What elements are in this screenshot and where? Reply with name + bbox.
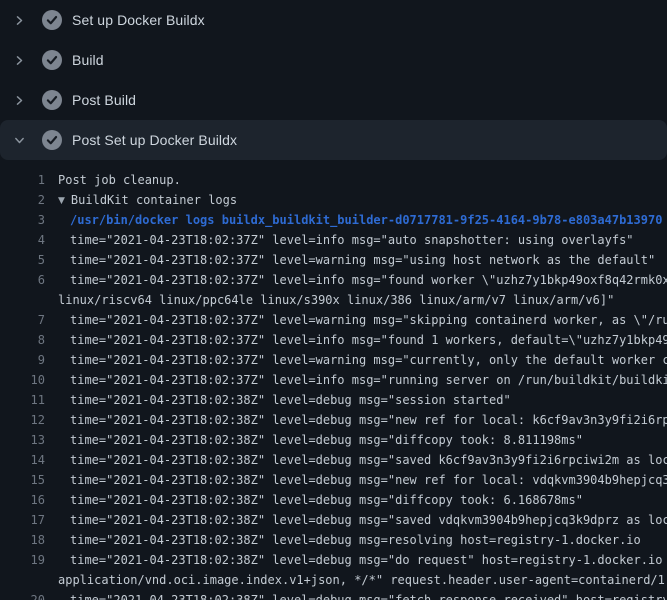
log-row: 6 time="2021-04-23T18:02:37Z" level=info…: [0, 270, 667, 290]
log-row: application/vnd.oci.image.index.v1+json,…: [0, 570, 667, 590]
line-number-link[interactable]: 4: [0, 230, 45, 250]
log-row: 3 /usr/bin/docker logs buildx_buildkit_b…: [0, 210, 667, 230]
log-text: time="2021-04-23T18:02:37Z" level=info m…: [45, 330, 667, 350]
log-text: time="2021-04-23T18:02:38Z" level=debug …: [45, 490, 583, 510]
log-row: 13 time="2021-04-23T18:02:38Z" level=deb…: [0, 430, 667, 450]
chevron-right-icon: [12, 13, 26, 27]
check-circle-icon: [42, 90, 62, 110]
chevron-right-icon: [12, 93, 26, 107]
log-text: time="2021-04-23T18:02:38Z" level=debug …: [45, 470, 667, 490]
log-text: Post job cleanup.: [45, 170, 181, 190]
line-number-link[interactable]: 5: [0, 250, 45, 270]
log-text: /usr/bin/docker logs buildx_buildkit_bui…: [45, 210, 662, 230]
line-number-link[interactable]: 14: [0, 450, 45, 470]
step-header-0[interactable]: Set up Docker Buildx: [0, 0, 667, 40]
log-text: time="2021-04-23T18:02:38Z" level=debug …: [45, 550, 667, 570]
log-row: 2 ▼BuildKit container logs: [0, 190, 667, 210]
log-row: linux/riscv64 linux/ppc64le linux/s390x …: [0, 290, 667, 310]
log-group-toggle[interactable]: ▼BuildKit container logs: [45, 190, 237, 210]
log-text: time="2021-04-23T18:02:37Z" level=info m…: [45, 370, 667, 390]
step-header-2[interactable]: Post Build: [0, 80, 667, 120]
line-number-link[interactable]: [0, 570, 45, 590]
log-text: time="2021-04-23T18:02:37Z" level=warnin…: [45, 250, 655, 270]
log-row: 17 time="2021-04-23T18:02:38Z" level=deb…: [0, 510, 667, 530]
log-text: time="2021-04-23T18:02:38Z" level=debug …: [45, 450, 667, 470]
line-number-link[interactable]: 10: [0, 370, 45, 390]
check-circle-icon: [42, 50, 62, 70]
line-number-link[interactable]: 6: [0, 270, 45, 290]
chevron-right-icon: [12, 53, 26, 67]
log-text: time="2021-04-23T18:02:38Z" level=debug …: [45, 530, 641, 550]
log-row: 14 time="2021-04-23T18:02:38Z" level=deb…: [0, 450, 667, 470]
log-row: 12 time="2021-04-23T18:02:38Z" level=deb…: [0, 410, 667, 430]
log-row: 19 time="2021-04-23T18:02:38Z" level=deb…: [0, 550, 667, 570]
log-text: time="2021-04-23T18:02:37Z" level=warnin…: [45, 350, 667, 370]
chevron-down-icon: [12, 133, 26, 147]
log-text: time="2021-04-23T18:02:38Z" level=debug …: [45, 390, 511, 410]
line-number-link[interactable]: 15: [0, 470, 45, 490]
log-text: time="2021-04-23T18:02:38Z" level=debug …: [45, 510, 667, 530]
actions-log-viewer: Set up Docker Buildx Build P: [0, 0, 667, 600]
log-row: 7 time="2021-04-23T18:02:37Z" level=warn…: [0, 310, 667, 330]
line-number-link[interactable]: 13: [0, 430, 45, 450]
log-panel: 1 Post job cleanup. 2 ▼BuildKit containe…: [0, 160, 667, 600]
log-text: time="2021-04-23T18:02:38Z" level=debug …: [45, 590, 667, 600]
log-row: 9 time="2021-04-23T18:02:37Z" level=warn…: [0, 350, 667, 370]
line-number-link[interactable]: 18: [0, 530, 45, 550]
line-number-link[interactable]: 2: [0, 190, 45, 210]
step-header-1[interactable]: Build: [0, 40, 667, 80]
step-label: Set up Docker Buildx: [72, 12, 205, 28]
line-number-link[interactable]: 16: [0, 490, 45, 510]
log-text: application/vnd.oci.image.index.v1+json,…: [45, 570, 667, 590]
line-number-link[interactable]: 3: [0, 210, 45, 230]
line-number-link[interactable]: 20: [0, 590, 45, 600]
line-number-link[interactable]: 17: [0, 510, 45, 530]
log-row: 8 time="2021-04-23T18:02:37Z" level=info…: [0, 330, 667, 350]
line-number-link[interactable]: 19: [0, 550, 45, 570]
log-text: time="2021-04-23T18:02:37Z" level=info m…: [45, 230, 634, 250]
step-label: Post Build: [72, 92, 136, 108]
log-text: time="2021-04-23T18:02:37Z" level=warnin…: [45, 310, 667, 330]
log-row: 11 time="2021-04-23T18:02:38Z" level=deb…: [0, 390, 667, 410]
log-row: 18 time="2021-04-23T18:02:38Z" level=deb…: [0, 530, 667, 550]
group-collapse-triangle-icon[interactable]: ▼: [58, 191, 65, 210]
step-label: Post Set up Docker Buildx: [72, 132, 237, 148]
line-number-link[interactable]: 8: [0, 330, 45, 350]
steps-list: Set up Docker Buildx Build P: [0, 0, 667, 160]
log-row: 1 Post job cleanup.: [0, 170, 667, 190]
log-text: time="2021-04-23T18:02:38Z" level=debug …: [45, 410, 667, 430]
check-circle-icon: [42, 130, 62, 150]
log-row: 5 time="2021-04-23T18:02:37Z" level=warn…: [0, 250, 667, 270]
check-circle-icon: [42, 10, 62, 30]
line-number-link[interactable]: 1: [0, 170, 45, 190]
log-text: time="2021-04-23T18:02:37Z" level=info m…: [45, 270, 667, 290]
log-row: 16 time="2021-04-23T18:02:38Z" level=deb…: [0, 490, 667, 510]
line-number-link[interactable]: 11: [0, 390, 45, 410]
step-header-3[interactable]: Post Set up Docker Buildx: [0, 120, 667, 160]
log-row: 20 time="2021-04-23T18:02:38Z" level=deb…: [0, 590, 667, 600]
line-number-link[interactable]: 12: [0, 410, 45, 430]
line-number-link[interactable]: [0, 290, 45, 310]
log-row: 15 time="2021-04-23T18:02:38Z" level=deb…: [0, 470, 667, 490]
log-row: 10 time="2021-04-23T18:02:37Z" level=inf…: [0, 370, 667, 390]
line-number-link[interactable]: 9: [0, 350, 45, 370]
step-label: Build: [72, 52, 104, 68]
log-text: time="2021-04-23T18:02:38Z" level=debug …: [45, 430, 583, 450]
log-row: 4 time="2021-04-23T18:02:37Z" level=info…: [0, 230, 667, 250]
line-number-link[interactable]: 7: [0, 310, 45, 330]
log-text: linux/riscv64 linux/ppc64le linux/s390x …: [45, 290, 614, 310]
